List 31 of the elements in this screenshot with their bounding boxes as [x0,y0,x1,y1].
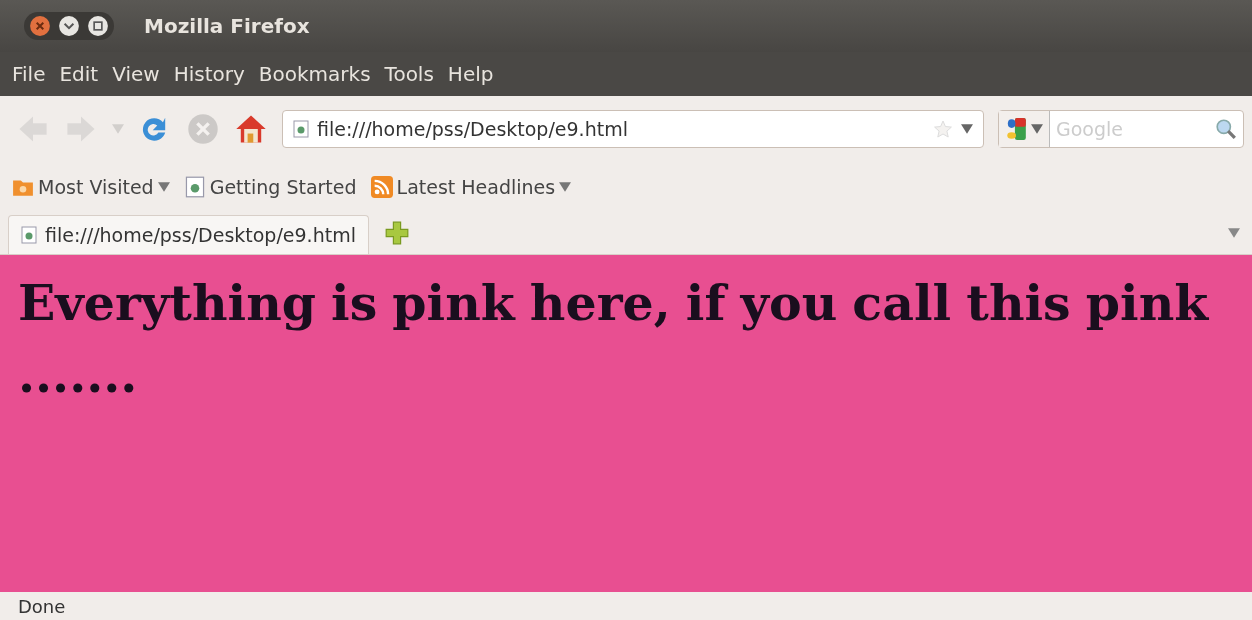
rss-feed-icon [370,176,393,198]
menu-item[interactable]: Tools [384,62,434,86]
bookmark-item[interactable]: Latest Headlines [370,176,572,198]
page-icon [183,176,206,198]
multicolor-logo-icon [1005,117,1027,141]
search-engine-button[interactable] [999,111,1050,147]
menu-item[interactable]: Help [447,62,494,86]
dropdown-caret-icon[interactable] [961,124,973,134]
bookmark-item[interactable]: Getting Started [183,176,357,198]
status-text: Done [18,595,66,617]
window-title: Mozilla Firefox [144,14,310,38]
minimize-icon[interactable] [58,15,80,37]
menu-item[interactable]: Edit [59,62,99,86]
menu-item[interactable]: View [112,62,160,86]
menu-item[interactable]: File [12,62,46,86]
page-icon [293,120,309,138]
bookmark-item[interactable]: Most Visited [12,176,170,198]
star-icon[interactable] [933,119,953,139]
page-icon [21,226,37,244]
browser-tab[interactable]: file:///home/pss/Desktop/e9.html [8,215,369,254]
menu-item[interactable]: Bookmarks [258,62,371,86]
maximize-icon[interactable] [87,15,109,37]
search-icon[interactable] [1215,118,1237,140]
address-bar[interactable]: file:///home/pss/Desktop/e9.html [282,110,984,148]
close-icon[interactable] [29,15,51,37]
new-tab-icon[interactable] [384,221,409,245]
url-text: file:///home/pss/Desktop/e9.html [317,118,629,140]
dropdown-caret-icon [1031,124,1043,134]
tab-list-caret-icon[interactable] [1228,228,1240,238]
menu-item[interactable]: History [173,62,245,86]
page-heading: Everything is pink here, if you call this pink ....... [18,273,1210,406]
